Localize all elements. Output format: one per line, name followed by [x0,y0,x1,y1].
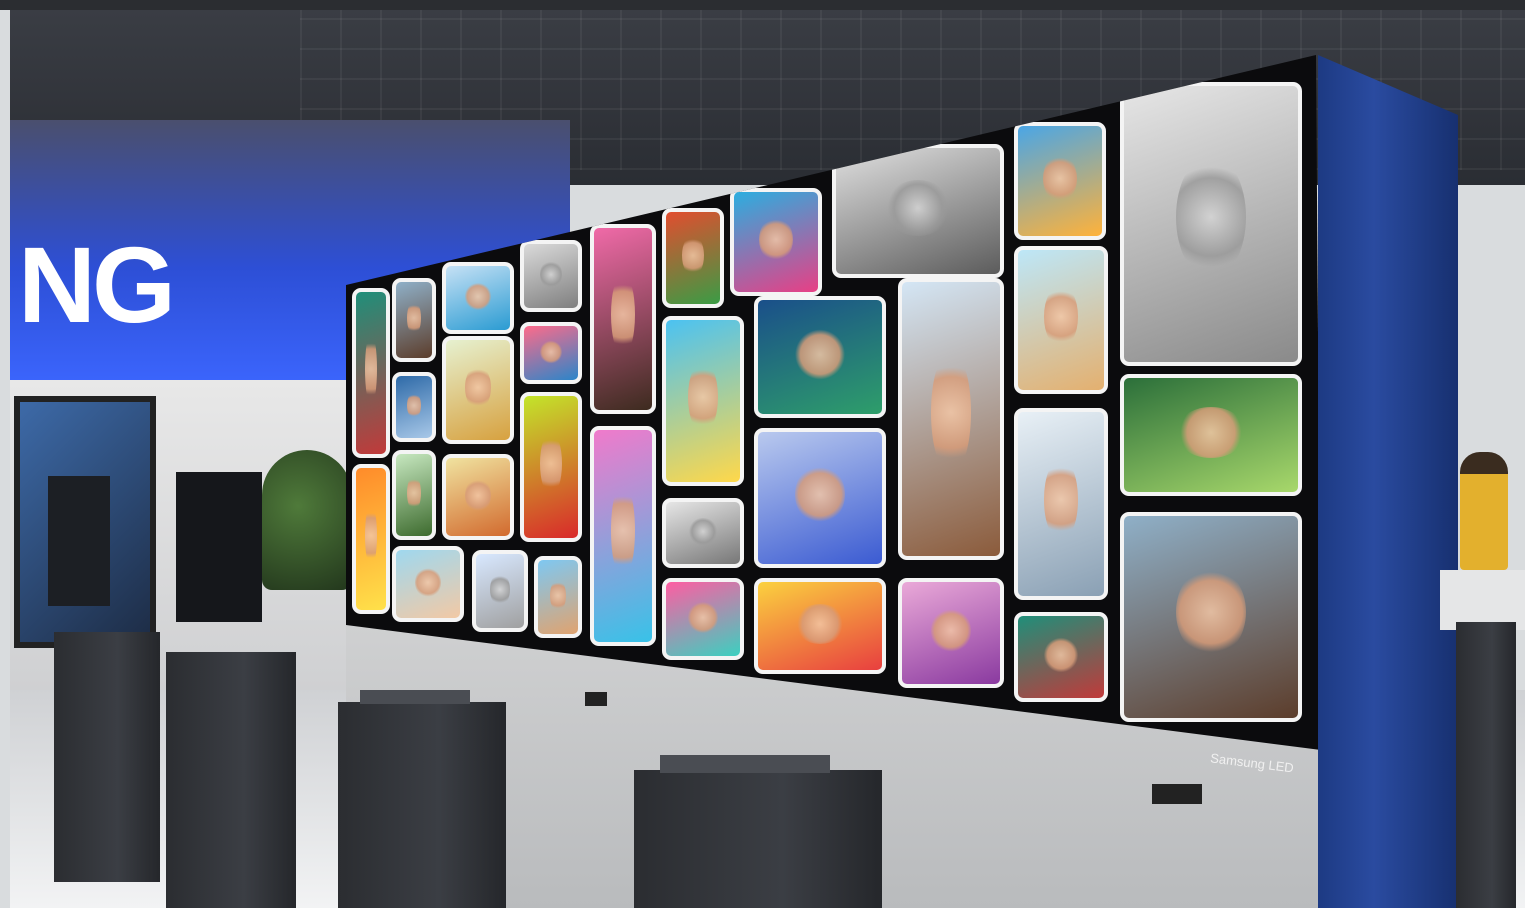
photo-tile [520,322,582,384]
standing-display-2 [176,472,262,622]
photo-tile [352,288,390,458]
pedestal [634,770,882,908]
photo-tile [832,144,1004,278]
counter [1440,570,1525,630]
photo-tile [662,316,744,486]
photo-tile [442,262,514,334]
photo-tile [1014,408,1108,600]
photo-tile [352,464,390,614]
photo-tile [662,498,744,568]
pedestal [1456,622,1516,908]
photo-tile [590,224,656,414]
wall-socket [585,692,607,706]
photo-tile [754,428,886,568]
photo-tile [1014,122,1106,240]
photo-tile [898,278,1004,560]
photo-tile [662,208,724,308]
photo-tile [472,550,528,632]
brand-sign: NG [18,224,176,345]
standing-display-1 [48,476,110,606]
device-on-pedestal [660,755,830,773]
pedestal [166,652,296,908]
photo-tile [442,336,514,444]
pedestal [54,632,160,882]
photo-tile [730,188,822,296]
photo-tile [1120,82,1302,366]
photo-tile [520,392,582,542]
photo-tile [662,578,744,660]
blue-pillar [1318,55,1458,908]
photo-tile [392,278,436,362]
photo-tile [1014,246,1108,394]
photo-tile [754,578,886,674]
wall-socket [1152,784,1202,804]
plant [262,450,352,590]
pedestal [338,702,506,908]
photo-tile [754,296,886,418]
person [1460,452,1508,570]
photo-tile [1120,374,1302,496]
photo-tile [534,556,582,638]
device-on-pedestal [360,690,470,704]
photo-tile [392,546,464,622]
top-edge-strip [0,0,1525,10]
photo-tile [392,372,436,442]
photo-tile [1120,512,1302,722]
photo-tile [520,240,582,312]
photo-tile [392,450,436,540]
photo-tile [898,578,1004,688]
photo-tile [442,454,514,540]
trade-show-photo: NG Samsung LED [0,0,1525,908]
photo-tile [1014,612,1108,702]
photo-tile [590,426,656,646]
